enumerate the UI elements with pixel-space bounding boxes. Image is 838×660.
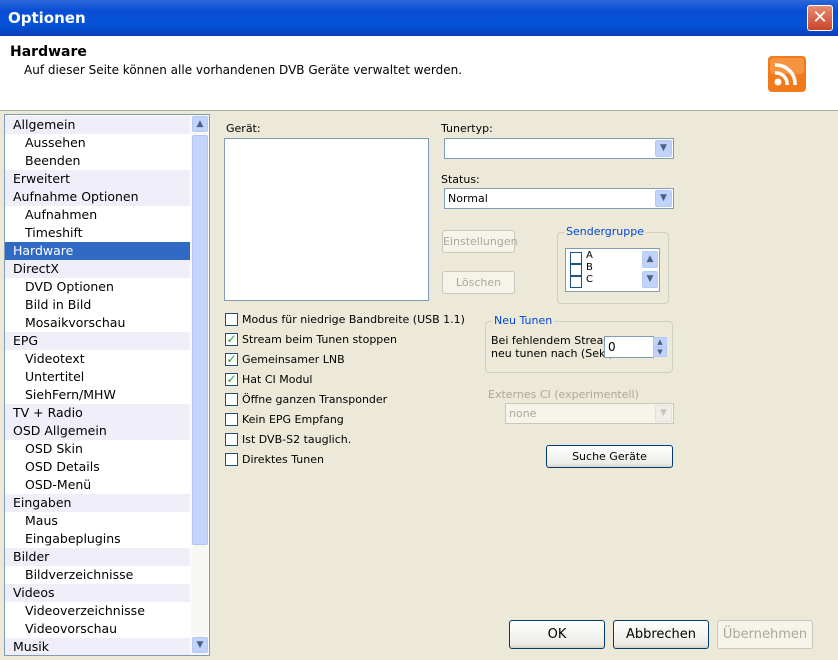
sidebar-item-videos[interactable]: Videos: [5, 584, 190, 602]
sidebar-item-videoverzeichnisse[interactable]: Videoverzeichnisse: [5, 602, 190, 620]
retune-text-line1: Bei fehlendem Stream: [491, 334, 615, 347]
low-bandwidth-label: Modus für niedrige Bandbreite (USB 1.1): [242, 313, 465, 326]
channel-group-box: Sendergruppe A B C ▲ ▼: [557, 225, 669, 304]
dvb-s2-checkbox[interactable]: [225, 433, 238, 446]
status-label: Status:: [441, 173, 480, 186]
channel-group-legend: Sendergruppe: [564, 225, 647, 238]
low-bandwidth-checkbox[interactable]: [225, 313, 238, 326]
sidebar-item-osd-allgemein[interactable]: OSD Allgemein: [5, 422, 190, 440]
no-epg-checkbox[interactable]: [225, 413, 238, 426]
sidebar-item-siehfern-mhw[interactable]: SiehFern/MHW: [5, 386, 190, 404]
ci-module-checkbox[interactable]: ✓: [225, 373, 238, 386]
category-tree[interactable]: Musik Videovorschau Videoverzeichnisse Vide…: [4, 114, 210, 656]
group-a-label: A: [586, 250, 593, 261]
stop-stream-label: Stream beim Tunen stoppen: [242, 333, 398, 346]
sidebar-item-allgemein[interactable]: Allgemein: [5, 116, 190, 134]
sidebar-item-timeshift[interactable]: Timeshift: [5, 224, 190, 242]
retune-group: Neu Tunen Bei fehlendem Stream neu tunen…: [485, 314, 673, 373]
apply-button[interactable]: Übernehmen: [717, 620, 813, 649]
ok-button[interactable]: OK: [509, 620, 605, 649]
delete-button[interactable]: Löschen: [442, 271, 515, 294]
settings-button[interactable]: Einstellungen: [442, 230, 518, 253]
sidebar-item-tv-radio[interactable]: TV + Radio: [5, 404, 190, 422]
external-ci-select[interactable]: none ▼: [505, 403, 674, 424]
shared-lnb-checkbox[interactable]: ✓: [225, 353, 238, 366]
close-button[interactable]: ✕: [807, 5, 833, 31]
sidebar-item-maus[interactable]: Maus: [5, 512, 190, 530]
status-value: Normal: [448, 192, 488, 205]
group-a-checkbox[interactable]: [570, 252, 582, 264]
group-b-label: B: [586, 262, 593, 273]
sidebar-item-bild-in-bild[interactable]: Bild in Bild: [5, 296, 190, 314]
channel-group-list[interactable]: A B C ▲ ▼: [565, 248, 660, 292]
external-ci-value: none: [509, 407, 537, 420]
chevron-down-icon[interactable]: ▼: [642, 271, 658, 288]
spin-up-icon[interactable]: ▲: [653, 337, 667, 347]
ci-module-label: Hat CI Modul: [242, 373, 313, 386]
group-c-label: C: [586, 274, 593, 285]
scroll-down-icon[interactable]: ▼: [192, 637, 208, 653]
tuner-type-select[interactable]: ▼: [444, 138, 674, 159]
group-b-checkbox[interactable]: [570, 264, 582, 276]
device-list[interactable]: [224, 138, 429, 301]
sidebar-item-beenden[interactable]: Beenden: [5, 152, 190, 170]
sidebar-item-hardware[interactable]: Hardware: [5, 242, 190, 260]
sidebar-item-osd-menü[interactable]: OSD-Menü: [5, 476, 190, 494]
page-header: Hardware Auf dieser Seite können alle vo…: [0, 36, 838, 111]
close-icon: ✕: [812, 7, 828, 28]
spin-down-icon[interactable]: ▼: [653, 347, 667, 357]
shared-lnb-label: Gemeinsamer LNB: [242, 353, 345, 366]
rss-icon: [768, 56, 806, 92]
no-epg-label: Kein EPG Empfang: [242, 413, 344, 426]
tuner-type-label: Tunertyp:: [441, 122, 493, 135]
sidebar-item-osd-details[interactable]: OSD Details: [5, 458, 190, 476]
sidebar-item-eingaben[interactable]: Eingaben: [5, 494, 190, 512]
tree-scrollbar[interactable]: ▲ ▼: [191, 115, 209, 655]
sidebar-item-osd-skin[interactable]: OSD Skin: [5, 440, 190, 458]
device-label: Gerät:: [226, 122, 261, 135]
sidebar-item-bilder[interactable]: Bilder: [5, 548, 190, 566]
page-subtitle: Auf dieser Seite können alle vorhandenen…: [24, 63, 463, 77]
sidebar-item-aufnahmen[interactable]: Aufnahmen: [5, 206, 190, 224]
open-transponder-label: Öffne ganzen Transponder: [242, 393, 388, 406]
sidebar-item-mosaikvorschau[interactable]: Mosaikvorschau: [5, 314, 190, 332]
direct-tune-checkbox[interactable]: [225, 453, 238, 466]
page-title: Hardware: [10, 44, 87, 60]
external-ci-label: Externes CI (experimentell): [488, 388, 639, 401]
options-window: Optionen ✕ Hardware Auf dieser Seite kön…: [0, 0, 838, 660]
sidebar-item-videotext[interactable]: Videotext: [5, 350, 190, 368]
sidebar-item-bildverzeichnisse[interactable]: Bildverzeichnisse: [5, 566, 190, 584]
sidebar-item-musik[interactable]: Musik: [5, 638, 190, 655]
title-bar[interactable]: Optionen ✕: [0, 0, 838, 36]
chevron-down-icon[interactable]: ▼: [655, 405, 672, 422]
cancel-button[interactable]: Abbrechen: [613, 620, 709, 649]
status-select[interactable]: Normal ▼: [444, 188, 674, 209]
retune-legend: Neu Tunen: [492, 314, 555, 327]
retune-text-line2: neu tunen nach (Sek.): [491, 347, 614, 360]
sidebar-item-directx[interactable]: DirectX: [5, 260, 190, 278]
sidebar-item-eingabeplugins[interactable]: Eingabeplugins: [5, 530, 190, 548]
sidebar-item-aussehen[interactable]: Aussehen: [5, 134, 190, 152]
group-c-checkbox[interactable]: [570, 276, 582, 288]
scroll-thumb[interactable]: [192, 135, 208, 545]
stop-stream-checkbox[interactable]: ✓: [225, 333, 238, 346]
sidebar-item-epg[interactable]: EPG: [5, 332, 190, 350]
sidebar-item-untertitel[interactable]: Untertitel: [5, 368, 190, 386]
chevron-down-icon[interactable]: ▼: [655, 140, 672, 157]
direct-tune-label: Direktes Tunen: [242, 453, 324, 466]
window-title: Optionen: [8, 9, 86, 27]
dvb-s2-label: Ist DVB-S2 tauglich.: [242, 433, 352, 446]
sidebar-item-dvd-optionen[interactable]: DVD Optionen: [5, 278, 190, 296]
sidebar-item-erweitert[interactable]: Erweitert: [5, 170, 190, 188]
scroll-up-icon[interactable]: ▲: [192, 116, 208, 132]
chevron-up-icon[interactable]: ▲: [642, 251, 658, 268]
chevron-down-icon[interactable]: ▼: [655, 190, 672, 207]
open-transponder-checkbox[interactable]: [225, 393, 238, 406]
sidebar-item-aufnahme-optionen[interactable]: Aufnahme Optionen: [5, 188, 190, 206]
retune-seconds-input[interactable]: 0: [604, 336, 654, 358]
search-devices-button[interactable]: Suche Geräte: [546, 445, 673, 468]
sidebar-item-videovorschau[interactable]: Videovorschau: [5, 620, 190, 638]
